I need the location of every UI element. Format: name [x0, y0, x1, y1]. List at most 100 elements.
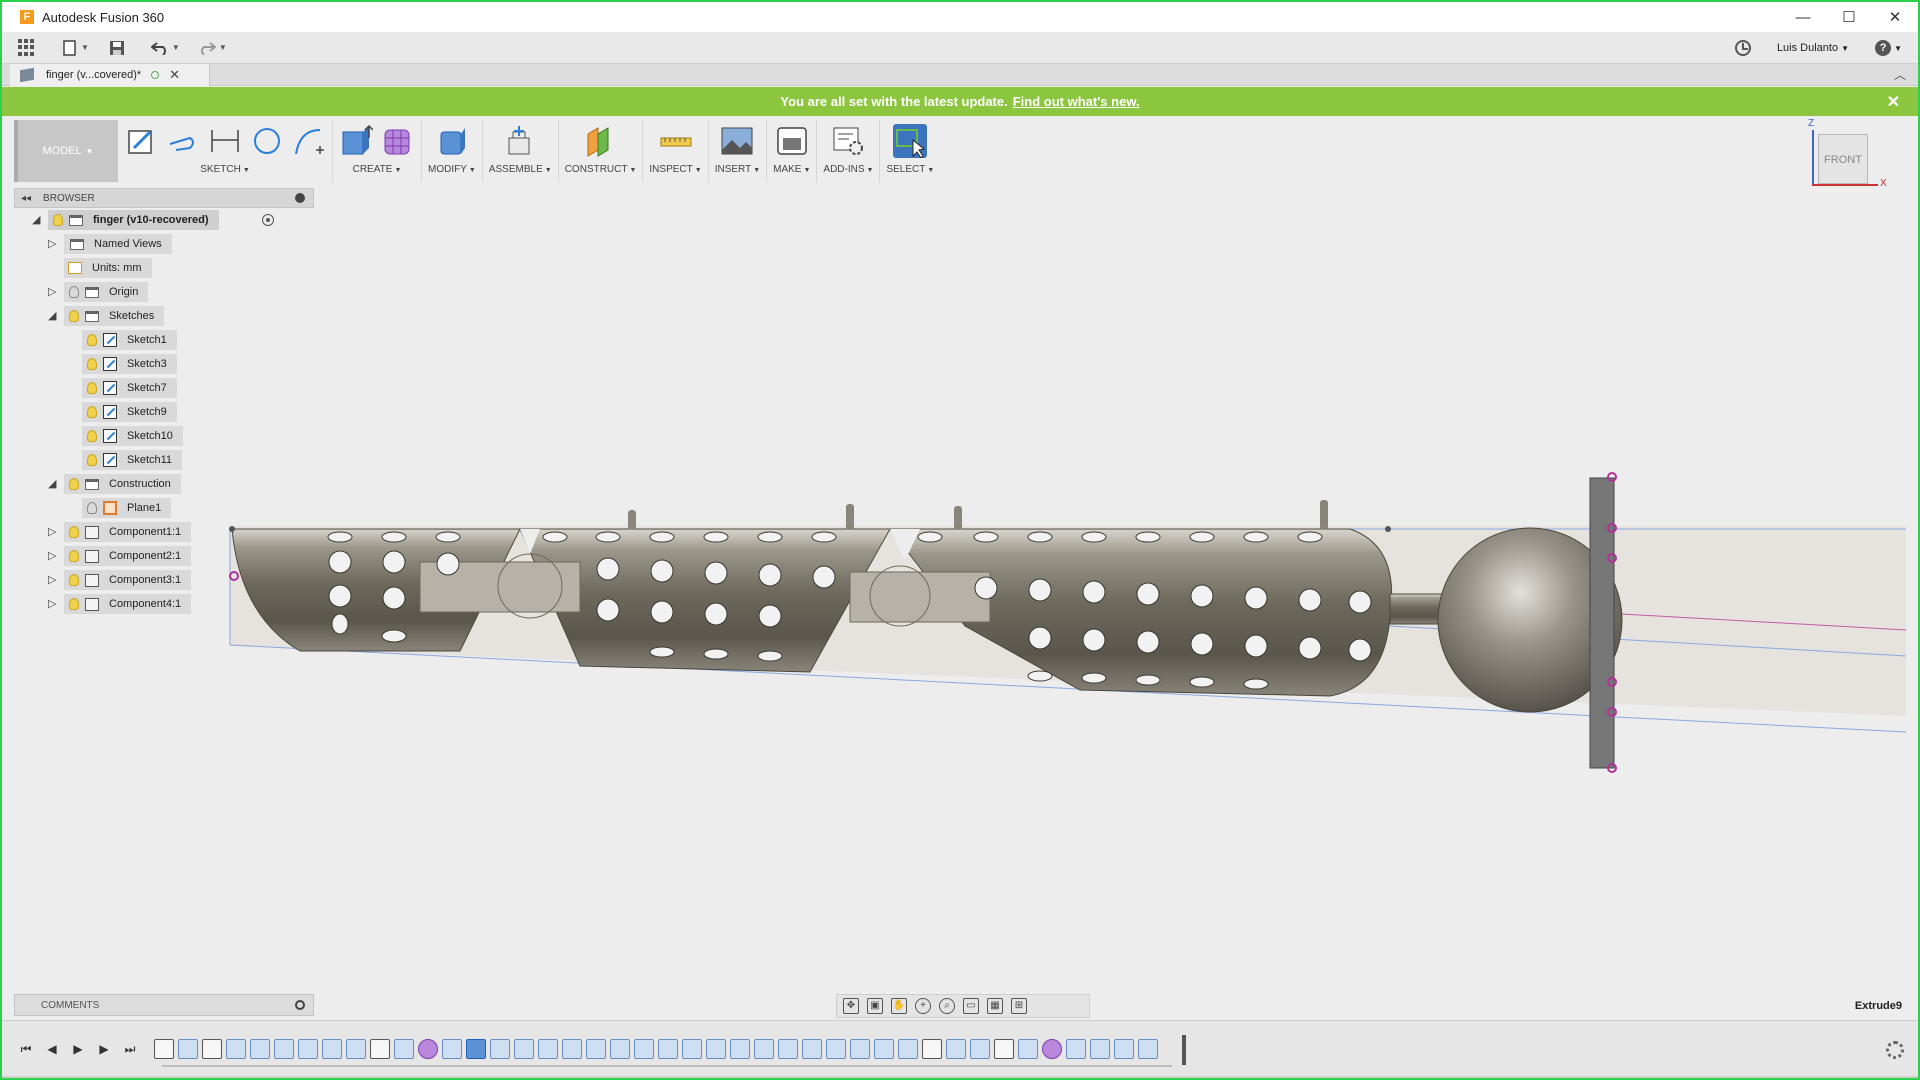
visibility-bulb-icon[interactable]	[87, 454, 97, 466]
timeline-sketch-feature[interactable]	[994, 1039, 1014, 1059]
timeline-extrude-feature[interactable]	[706, 1039, 726, 1059]
user-account-menu[interactable]: Luis Dulanto ▼	[1777, 42, 1849, 54]
close-window-button[interactable]: ✕	[1872, 2, 1918, 32]
grid-settings-icon[interactable]: ▦	[987, 998, 1003, 1014]
view-cube[interactable]: Z FRONT X	[1800, 116, 1890, 196]
browser-node[interactable]: Component4:1	[64, 594, 192, 614]
collapse-chevron-icon[interactable]: ︿	[1894, 66, 1906, 83]
timeline-fillet-feature[interactable]	[274, 1039, 294, 1059]
timeline-extrude-feature[interactable]	[826, 1039, 846, 1059]
assemble-group[interactable]: ASSEMBLE ▼	[483, 120, 559, 182]
browser-row[interactable]: ▷ Component3:1	[14, 568, 314, 592]
modify-group[interactable]: MODIFY ▼	[422, 120, 483, 182]
circle-tool-icon[interactable]	[250, 124, 284, 158]
browser-row[interactable]: ▷ Component4:1	[14, 592, 314, 616]
base-plate[interactable]	[1589, 477, 1615, 769]
browser-node[interactable]: Plane1	[82, 498, 172, 518]
data-panel-grid-icon[interactable]	[18, 38, 36, 57]
browser-row[interactable]: Units: mm	[14, 256, 314, 280]
browser-row[interactable]: ▷ Origin	[14, 280, 314, 304]
browser-node[interactable]: Sketch1	[82, 330, 177, 350]
timeline-extrude-feature[interactable]	[610, 1039, 630, 1059]
assemble-menu-label[interactable]: ASSEMBLE	[489, 164, 543, 175]
line-tool-icon[interactable]	[166, 124, 200, 158]
modify-menu-label[interactable]: MODIFY	[428, 164, 467, 175]
browser-row[interactable]: Plane1	[14, 496, 314, 520]
timeline-combine-feature[interactable]	[442, 1039, 462, 1059]
visibility-bulb-icon[interactable]	[69, 598, 79, 610]
browser-pin-icon[interactable]	[295, 193, 305, 203]
browser-row[interactable]: Sketch11	[14, 448, 314, 472]
expand-triangle-icon[interactable]: ▷	[48, 598, 60, 610]
undo-button[interactable]: ▼	[150, 34, 180, 62]
add-comment-icon[interactable]	[295, 1000, 305, 1010]
create-sketch-icon[interactable]	[124, 124, 158, 158]
browser-header[interactable]: ◂◂ BROWSER	[14, 188, 314, 208]
timeline-extrude-feature[interactable]	[1018, 1039, 1038, 1059]
browser-row[interactable]: Sketch3	[14, 352, 314, 376]
dimension-tool-icon[interactable]	[208, 124, 242, 158]
display-settings-icon[interactable]: ▭	[963, 998, 979, 1014]
new-component-icon[interactable]	[503, 124, 537, 158]
timeline-marker[interactable]	[1182, 1035, 1186, 1065]
timeline-extrude-feature[interactable]	[586, 1039, 606, 1059]
document-tab[interactable]: finger (v...covered)* ✕	[10, 64, 210, 86]
expand-triangle-icon[interactable]: ▷	[48, 526, 60, 538]
timeline-extrude-feature[interactable]	[730, 1039, 750, 1059]
browser-node[interactable]: Component1:1	[64, 522, 192, 542]
go-to-end-icon[interactable]: ⏭	[122, 1041, 138, 1057]
step-back-icon[interactable]: ◀	[44, 1041, 60, 1057]
make-group[interactable]: MAKE ▼	[767, 120, 818, 182]
visibility-bulb-icon[interactable]	[87, 382, 97, 394]
view-cube-front-face[interactable]: FRONT	[1818, 134, 1868, 184]
collapse-browser-icon[interactable]: ◂◂	[21, 193, 31, 204]
close-banner-button[interactable]: ✕	[1887, 92, 1900, 112]
visibility-bulb-icon[interactable]	[69, 478, 79, 490]
save-button[interactable]	[109, 34, 125, 62]
timeline-sketch-feature[interactable]	[202, 1039, 222, 1059]
visibility-bulb-icon[interactable]	[87, 334, 97, 346]
activate-radio-icon[interactable]	[262, 214, 274, 226]
browser-row[interactable]: ◢ finger (v10-recovered)	[14, 208, 314, 232]
step-forward-icon[interactable]: ▶	[96, 1041, 112, 1057]
browser-node[interactable]: finger (v10-recovered)	[48, 210, 219, 230]
insert-image-icon[interactable]	[720, 124, 754, 158]
timeline-extrude-feature[interactable]	[1066, 1039, 1086, 1059]
browser-node[interactable]: Construction	[64, 474, 181, 494]
browser-node[interactable]: Sketch7	[82, 378, 177, 398]
browser-node[interactable]: Sketch10	[82, 426, 183, 446]
timeline-extrude-feature[interactable]	[490, 1039, 510, 1059]
browser-node[interactable]: Origin	[64, 282, 149, 302]
timeline-extrude-feature[interactable]	[1138, 1039, 1158, 1059]
sketch-group[interactable]: SKETCH ▼	[118, 120, 333, 182]
browser-node[interactable]: Named Views	[64, 234, 172, 254]
browser-row[interactable]: Sketch1	[14, 328, 314, 352]
visibility-bulb-icon[interactable]	[87, 358, 97, 370]
visibility-bulb-icon[interactable]	[69, 310, 79, 322]
play-icon[interactable]: ▶	[70, 1041, 86, 1057]
sketch-menu-label[interactable]: SKETCH	[200, 164, 241, 175]
select-icon[interactable]	[893, 124, 928, 158]
visibility-bulb-icon[interactable]	[69, 286, 79, 298]
timeline-extrude-feature[interactable]	[658, 1039, 678, 1059]
timeline-extrude-feature[interactable]	[634, 1039, 654, 1059]
timeline-extrude-feature[interactable]	[754, 1039, 774, 1059]
timeline-move-feature[interactable]	[418, 1039, 438, 1059]
timeline-extrude-feature[interactable]	[562, 1039, 582, 1059]
orbit-icon[interactable]: ✥	[843, 998, 859, 1014]
browser-row[interactable]: ▷ Component2:1	[14, 544, 314, 568]
look-at-icon[interactable]: ▣	[867, 998, 883, 1014]
measure-icon[interactable]	[659, 124, 693, 158]
3d-print-icon[interactable]	[775, 124, 809, 158]
timeline-extrude-feature[interactable]	[682, 1039, 702, 1059]
browser-node[interactable]: Sketch9	[82, 402, 177, 422]
create-menu-label[interactable]: CREATE	[353, 164, 393, 175]
browser-node[interactable]: Component2:1	[64, 546, 192, 566]
create-form-icon[interactable]	[381, 124, 415, 158]
timeline-extrude-feature[interactable]	[514, 1039, 534, 1059]
go-to-start-icon[interactable]: ⏮	[18, 1041, 34, 1057]
timeline-extrude-feature[interactable]	[874, 1039, 894, 1059]
whats-new-link[interactable]: Find out what's new.	[1013, 94, 1140, 109]
canvas-viewport[interactable]: MODEL ▼ SKETCH ▼ CREATE ▼ MODIFY ▼ ASSEM…	[10, 116, 1914, 1020]
browser-node[interactable]: Sketch3	[82, 354, 177, 374]
